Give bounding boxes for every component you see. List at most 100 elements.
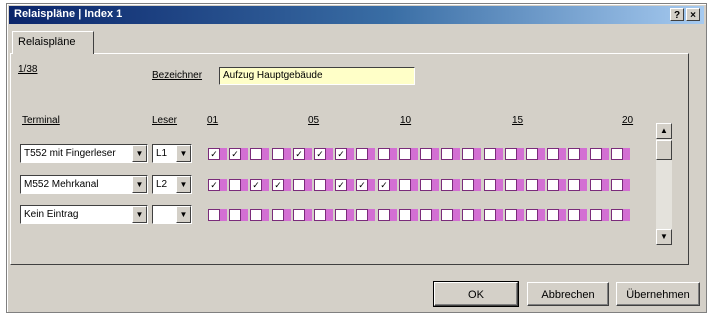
- relay-checkbox[interactable]: [547, 148, 559, 160]
- relay-checkbox[interactable]: [272, 209, 284, 221]
- relay-checkbox[interactable]: [378, 148, 390, 160]
- terminal-select-row-1[interactable]: T552 mit Fingerleser ▼: [20, 144, 148, 163]
- relay-checkbox[interactable]: [505, 209, 517, 221]
- relay-checkbox[interactable]: [399, 148, 411, 160]
- relay-checkbox[interactable]: [526, 148, 538, 160]
- relay-checkbox[interactable]: [420, 209, 432, 221]
- relay-checkbox[interactable]: [441, 148, 453, 160]
- relay-checkbox[interactable]: [293, 209, 305, 221]
- chevron-down-icon[interactable]: ▼: [132, 176, 147, 193]
- relay-checkbox[interactable]: [484, 148, 496, 160]
- relay-checkbox[interactable]: [441, 179, 453, 191]
- bezeichner-input[interactable]: Aufzug Hauptgebäude: [219, 67, 415, 85]
- relay-checkbox[interactable]: [611, 148, 623, 160]
- terminal-select-row-3[interactable]: Kein Eintrag ▼: [20, 205, 148, 224]
- relay-checkbox[interactable]: [611, 179, 623, 191]
- leser-select-value: L2: [156, 179, 168, 190]
- relay-slot-marker: [517, 179, 524, 191]
- relay-checkbox[interactable]: ✓: [208, 179, 220, 191]
- relay-checkbox[interactable]: [590, 209, 602, 221]
- apply-button[interactable]: Übernehmen: [616, 282, 700, 306]
- leser-select-row-3[interactable]: ▼: [152, 205, 192, 224]
- relay-checkbox[interactable]: [568, 209, 580, 221]
- relay-checkbox[interactable]: [484, 179, 496, 191]
- chevron-down-icon[interactable]: ▼: [132, 145, 147, 162]
- relay-checkbox[interactable]: [462, 179, 474, 191]
- help-button[interactable]: ?: [670, 8, 684, 21]
- relay-slot-marker: [623, 209, 630, 221]
- relay-checkbox[interactable]: ✓: [314, 148, 326, 160]
- relay-checkbox[interactable]: [505, 179, 517, 191]
- relay-checkbox[interactable]: [568, 148, 580, 160]
- chevron-down-icon[interactable]: ▼: [132, 206, 147, 223]
- relay-checkbox[interactable]: [399, 179, 411, 191]
- relay-checkbox[interactable]: [356, 209, 368, 221]
- relay-checkbox[interactable]: [314, 209, 326, 221]
- close-button[interactable]: ×: [686, 8, 700, 21]
- relay-slot-marker: [262, 179, 269, 191]
- relay-checkbox[interactable]: [356, 148, 368, 160]
- relay-checkbox[interactable]: ✓: [272, 179, 284, 191]
- relay-checkbox[interactable]: [441, 209, 453, 221]
- relay-slot-marker: [538, 148, 545, 160]
- relay-slot-marker: [602, 148, 609, 160]
- relay-slot-marker: [284, 148, 291, 160]
- relay-slot-marker: [453, 179, 460, 191]
- relay-checkbox[interactable]: ✓: [378, 179, 390, 191]
- relay-checkbox[interactable]: [611, 209, 623, 221]
- relay-checkbox[interactable]: [484, 209, 496, 221]
- relay-checkbox[interactable]: [462, 209, 474, 221]
- leser-select-row-1[interactable]: L1 ▼: [152, 144, 192, 163]
- relay-slot-marker: [602, 179, 609, 191]
- chevron-down-icon[interactable]: ▼: [176, 145, 191, 162]
- relay-slot-marker: [496, 148, 503, 160]
- relay-slot-marker: [580, 148, 587, 160]
- relay-checkbox[interactable]: [547, 209, 559, 221]
- relay-checkbox[interactable]: [272, 148, 284, 160]
- title-bar[interactable]: Relaispläne | Index 1 ? ×: [9, 6, 704, 24]
- leser-select-row-2[interactable]: L2 ▼: [152, 175, 192, 194]
- terminal-select-row-2[interactable]: M552 Mehrkanal ▼: [20, 175, 148, 194]
- relay-checkbox[interactable]: [526, 209, 538, 221]
- ok-button[interactable]: OK: [433, 281, 519, 307]
- relay-checkbox[interactable]: [314, 179, 326, 191]
- relay-checkbox[interactable]: [462, 148, 474, 160]
- scroll-thumb[interactable]: [656, 140, 672, 160]
- scroll-up-button[interactable]: ▲: [656, 123, 672, 139]
- chevron-down-icon[interactable]: ▼: [176, 206, 191, 223]
- relay-slot-marker: [368, 179, 375, 191]
- chevron-down-icon[interactable]: ▼: [176, 176, 191, 193]
- relay-checkbox[interactable]: ✓: [356, 179, 368, 191]
- relay-checkbox[interactable]: [378, 209, 390, 221]
- relay-checkbox[interactable]: [505, 148, 517, 160]
- relay-checkbox[interactable]: [399, 209, 411, 221]
- relay-checkbox[interactable]: [229, 179, 241, 191]
- relay-checkbox[interactable]: [590, 148, 602, 160]
- relay-checkbox[interactable]: [229, 209, 241, 221]
- relay-checkbox[interactable]: ✓: [208, 148, 220, 160]
- relay-checkbox[interactable]: [250, 209, 262, 221]
- relay-checkbox[interactable]: [590, 179, 602, 191]
- relay-slot-marker: [347, 179, 354, 191]
- cancel-button[interactable]: Abbrechen: [527, 282, 609, 306]
- relay-checkbox[interactable]: [208, 209, 220, 221]
- relay-checkbox[interactable]: [293, 179, 305, 191]
- relay-checkbox[interactable]: ✓: [250, 179, 262, 191]
- relay-checkbox[interactable]: [250, 148, 262, 160]
- scroll-down-button[interactable]: ▼: [656, 229, 672, 245]
- column-number-15: 15: [512, 115, 524, 126]
- relay-checkbox[interactable]: [420, 179, 432, 191]
- relay-checkbox[interactable]: [547, 179, 559, 191]
- relay-slot-marker: [517, 209, 524, 221]
- tab-relaisplaene[interactable]: Relaispläne: [12, 31, 94, 54]
- relay-checkbox[interactable]: [335, 209, 347, 221]
- relay-slot-marker: [538, 179, 545, 191]
- relay-checkbox[interactable]: [420, 148, 432, 160]
- relay-checkbox[interactable]: [526, 179, 538, 191]
- relay-checkbox[interactable]: ✓: [293, 148, 305, 160]
- relay-checkbox[interactable]: ✓: [335, 179, 347, 191]
- relay-checkbox[interactable]: ✓: [335, 148, 347, 160]
- relay-checkbox[interactable]: [568, 179, 580, 191]
- relay-checkbox[interactable]: ✓: [229, 148, 241, 160]
- vertical-scrollbar[interactable]: ▲ ▼: [656, 123, 672, 245]
